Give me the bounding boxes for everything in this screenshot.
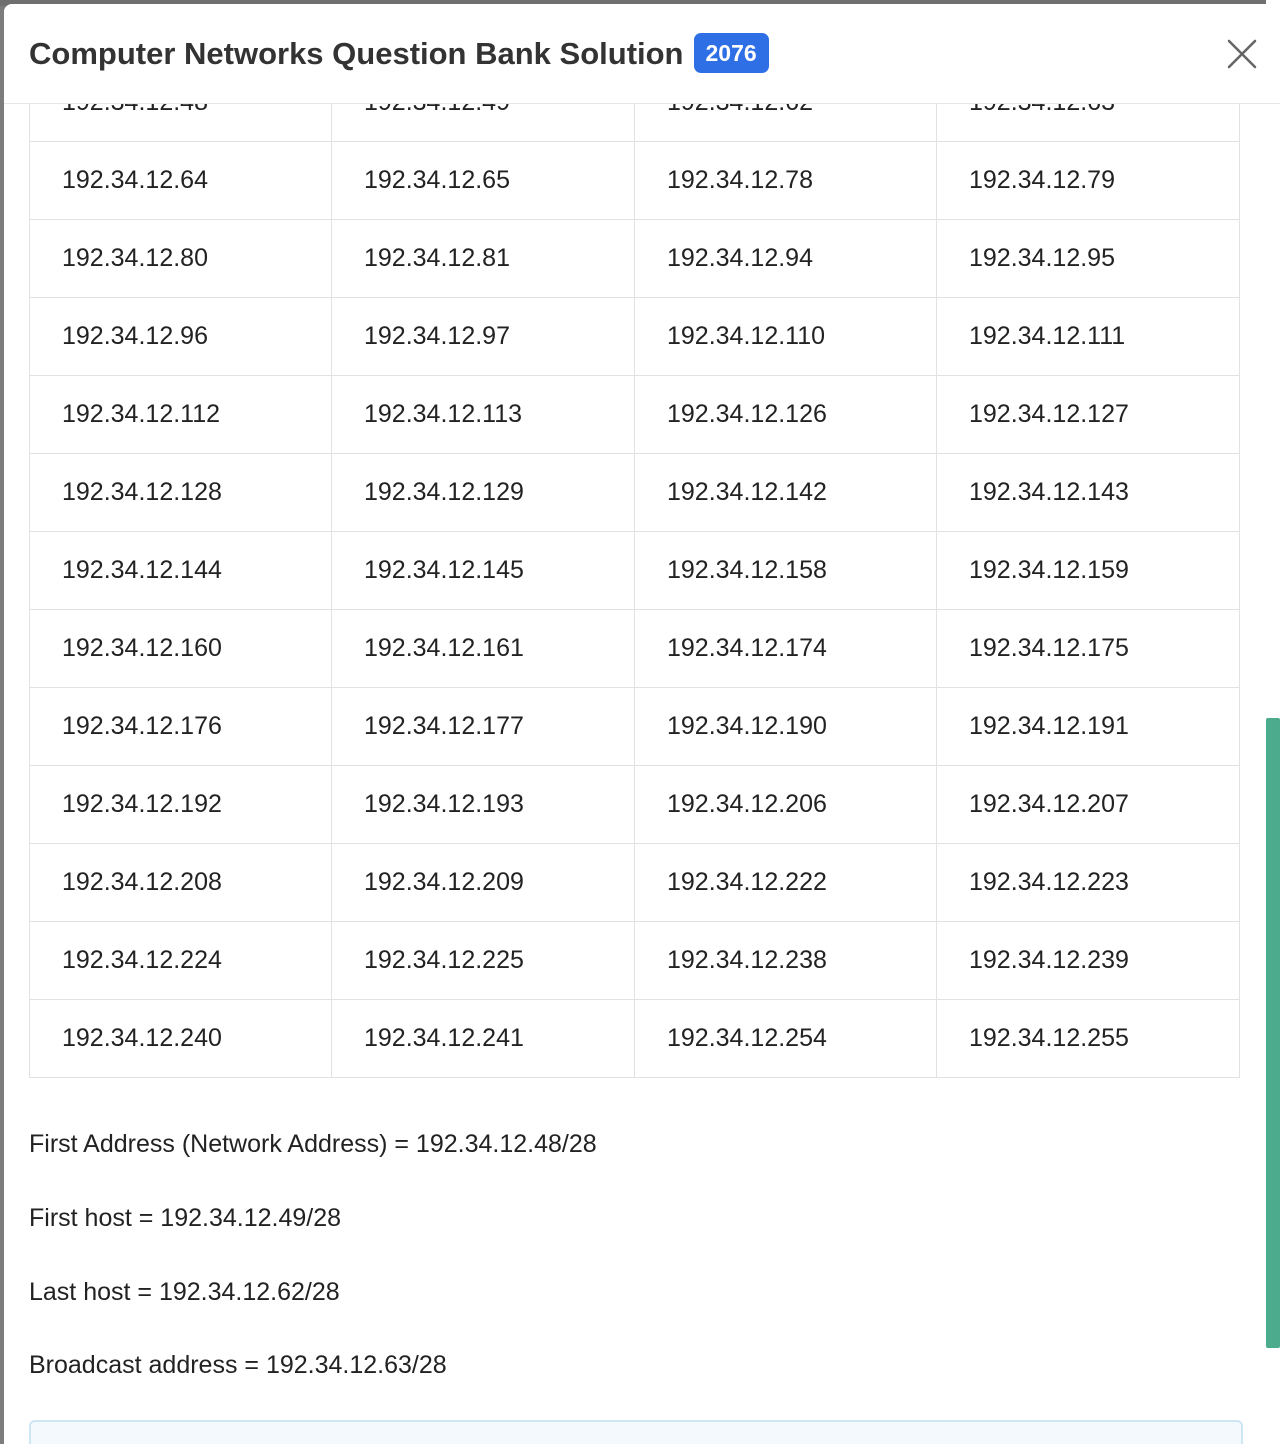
table-cell: 192.34.12.191 bbox=[936, 687, 1240, 766]
table-cell: 192.34.12.95 bbox=[936, 219, 1240, 298]
table-row: 192.34.12.128 192.34.12.129 192.34.12.142 1… bbox=[29, 453, 1240, 532]
table-cell: 192.34.12.113 bbox=[331, 375, 635, 454]
table-cell: 192.34.12.176 bbox=[29, 687, 332, 766]
table-cell: 192.34.12.128 bbox=[29, 453, 332, 532]
table-cell: 192.34.12.144 bbox=[29, 531, 332, 610]
table-cell: 192.34.12.255 bbox=[936, 999, 1240, 1078]
table-row: 192.34.12.80 192.34.12.81 192.34.12.94 192.… bbox=[29, 219, 1240, 298]
table-cell: 192.34.12.126 bbox=[634, 375, 937, 454]
modal-title: Computer Networks Question Bank Solution… bbox=[29, 32, 769, 76]
modal-header: Computer Networks Question Bank Solution… bbox=[4, 4, 1280, 104]
table-cell: 192.34.12.222 bbox=[634, 843, 937, 922]
table-cell: 192.34.12.209 bbox=[331, 843, 635, 922]
year-badge: 2076 bbox=[693, 32, 769, 73]
table-row: 192.34.12.112 192.34.12.113 192.34.12.126 1… bbox=[29, 375, 1240, 454]
table-cell: 192.34.12.190 bbox=[634, 687, 937, 766]
scrollbar-thumb[interactable] bbox=[1266, 718, 1280, 1348]
table-row: 192.34.12.176 192.34.12.177 192.34.12.190 1… bbox=[29, 687, 1240, 766]
table-cell: 192.34.12.224 bbox=[29, 921, 332, 1000]
table-cell: 192.34.12.160 bbox=[29, 609, 332, 688]
table-cell: 192.34.12.111 bbox=[936, 297, 1240, 376]
table-row: 192.34.12.224 192.34.12.225 192.34.12.238 1… bbox=[29, 921, 1240, 1000]
table-cell: 192.34.12.142 bbox=[634, 453, 937, 532]
table-cell: 192.34.12.78 bbox=[634, 141, 937, 220]
table-cell: 192.34.12.64 bbox=[29, 141, 332, 220]
last-host-text: Last host = 192.34.12.62/28 bbox=[29, 1278, 340, 1306]
table-cell: 192.34.12.239 bbox=[936, 921, 1240, 1000]
ip-address-table: 192.34.12.48192.34.12.49192.34.12.62192.… bbox=[29, 63, 1240, 1078]
table-cell: 192.34.12.145 bbox=[331, 531, 635, 610]
table-cell: 192.34.12.206 bbox=[634, 765, 937, 844]
table-cell: 192.34.12.96 bbox=[29, 297, 332, 376]
table-cell: 192.34.12.192 bbox=[29, 765, 332, 844]
table-cell: 192.34.12.174 bbox=[634, 609, 937, 688]
table-cell: 192.34.12.143 bbox=[936, 453, 1240, 532]
table-cell: 192.34.12.177 bbox=[331, 687, 635, 766]
table-cell: 192.34.12.225 bbox=[331, 921, 635, 1000]
table-cell: 192.34.12.238 bbox=[634, 921, 937, 1000]
table-row: 192.34.12.240 192.34.12.241 192.34.12.254 1… bbox=[29, 999, 1240, 1078]
table-cell: 192.34.12.159 bbox=[936, 531, 1240, 610]
table-cell: 192.34.12.193 bbox=[331, 765, 635, 844]
table-cell: 192.34.12.129 bbox=[331, 453, 635, 532]
table-row: 192.34.12.96 192.34.12.97 192.34.12.110 192… bbox=[29, 297, 1240, 376]
table-row: 192.34.12.160 192.34.12.161 192.34.12.174 1… bbox=[29, 609, 1240, 688]
first-address-text: First Address (Network Address) = 192.34… bbox=[29, 1130, 597, 1158]
table-cell: 192.34.12.110 bbox=[634, 297, 937, 376]
table-cell: 192.34.12.241 bbox=[331, 999, 635, 1078]
table-cell: 192.34.12.158 bbox=[634, 531, 937, 610]
solution-modal: 192.34.12.48192.34.12.49192.34.12.62192.… bbox=[4, 4, 1280, 1444]
table-cell: 192.34.12.161 bbox=[331, 609, 635, 688]
close-icon bbox=[1227, 39, 1257, 69]
table-cell: 192.34.12.127 bbox=[936, 375, 1240, 454]
table-cell: 192.34.12.65 bbox=[331, 141, 635, 220]
modal-title-text: Computer Networks Question Bank Solution bbox=[29, 36, 684, 71]
table-cell: 192.34.12.175 bbox=[936, 609, 1240, 688]
table-cell: 192.34.12.207 bbox=[936, 765, 1240, 844]
table-cell: 192.34.12.94 bbox=[634, 219, 937, 298]
table-cell: 192.34.12.97 bbox=[331, 297, 635, 376]
table-row: 192.34.12.192 192.34.12.193 192.34.12.206 1… bbox=[29, 765, 1240, 844]
table-cell: 192.34.12.80 bbox=[29, 219, 332, 298]
first-host-text: First host = 192.34.12.49/28 bbox=[29, 1204, 342, 1232]
table-row: 192.34.12.144 192.34.12.145 192.34.12.158 1… bbox=[29, 531, 1240, 610]
ip-table-body: 192.34.12.48192.34.12.49192.34.12.62192.… bbox=[29, 63, 1240, 1078]
modal-body: 192.34.12.48192.34.12.49192.34.12.62192.… bbox=[4, 4, 1280, 1444]
table-row: 192.34.12.64 192.34.12.65 192.34.12.78 192.… bbox=[29, 141, 1240, 220]
broadcast-address-text: Broadcast address = 192.34.12.63/28 bbox=[29, 1351, 447, 1379]
table-cell: 192.34.12.240 bbox=[29, 999, 332, 1078]
table-cell: 192.34.12.112 bbox=[29, 375, 332, 454]
next-section-box bbox=[29, 1420, 1243, 1444]
table-cell: 192.34.12.208 bbox=[29, 843, 332, 922]
table-row: 192.34.12.208 192.34.12.209 192.34.12.222 1… bbox=[29, 843, 1240, 922]
close-button[interactable] bbox=[1224, 36, 1260, 72]
table-cell: 192.34.12.254 bbox=[634, 999, 937, 1078]
table-cell: 192.34.12.81 bbox=[331, 219, 635, 298]
table-cell: 192.34.12.79 bbox=[936, 141, 1240, 220]
table-cell: 192.34.12.223 bbox=[936, 843, 1240, 922]
